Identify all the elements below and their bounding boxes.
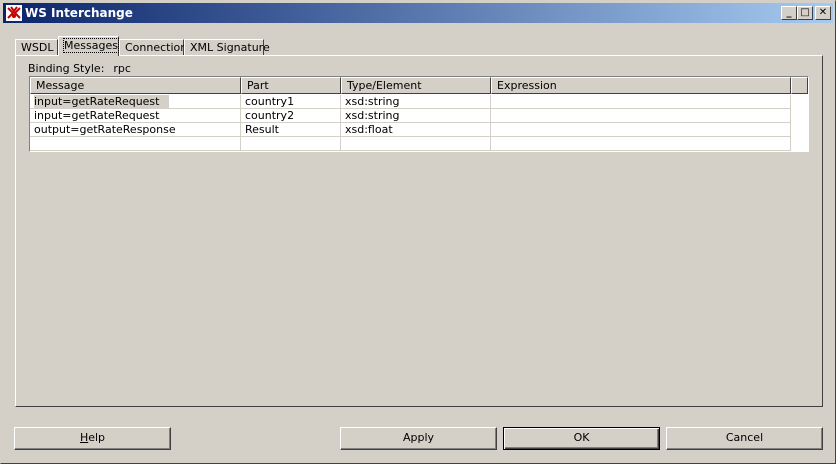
table-row[interactable]: output=getRateResponse Result xsd:float xyxy=(30,123,808,137)
table-cell[interactable] xyxy=(491,95,791,109)
help-label: elp xyxy=(88,431,106,444)
tab-label: Connection xyxy=(125,41,188,54)
tab-messages[interactable]: Messages xyxy=(58,36,119,56)
column-header-filler xyxy=(791,77,808,94)
binding-style-label: Binding Style: xyxy=(28,62,105,75)
table-cell[interactable]: country1 xyxy=(241,95,341,109)
maximize-button[interactable]: □ xyxy=(797,6,813,20)
table-cell[interactable]: output=getRateResponse xyxy=(30,123,241,137)
table-row[interactable]: input=getRateRequest country1 xsd:string xyxy=(30,95,808,109)
table-cell[interactable] xyxy=(30,137,241,151)
table-cell[interactable]: country2 xyxy=(241,109,341,123)
table-cell[interactable]: xsd:string xyxy=(341,95,491,109)
column-header-type-element[interactable]: Type/Element xyxy=(341,77,491,94)
table-cell[interactable] xyxy=(241,137,341,151)
column-header-expression[interactable]: Expression xyxy=(491,77,791,94)
column-header-message[interactable]: Message xyxy=(30,77,241,94)
tab-label: WSDL xyxy=(21,41,54,54)
table-cell[interactable]: xsd:string xyxy=(341,109,491,123)
table-header: Message Part Type/Element Expression xyxy=(30,77,808,94)
tab-label: XML Signature xyxy=(190,41,270,54)
minimize-icon: _ xyxy=(786,7,792,18)
title-bar[interactable]: WS Interchange _ □ ✕ xyxy=(3,3,833,23)
table-cell[interactable]: xsd:float xyxy=(341,123,491,137)
window-title: WS Interchange xyxy=(25,6,133,20)
help-mnemonic: H xyxy=(79,431,89,444)
cancel-button[interactable]: Cancel xyxy=(666,427,823,450)
table-cell[interactable]: Result xyxy=(241,123,341,137)
binding-style-value: rpc xyxy=(113,62,131,75)
table-cell[interactable] xyxy=(491,137,791,151)
app-logo-icon xyxy=(6,5,22,21)
table-row[interactable] xyxy=(30,137,808,151)
tab-xml-signature[interactable]: XML Signature xyxy=(184,39,270,55)
tab-label: Messages xyxy=(63,38,119,53)
table-cell[interactable]: input=getRateRequest xyxy=(30,95,241,109)
tab-wsdl[interactable]: WSDL xyxy=(15,39,58,55)
minimize-button[interactable]: _ xyxy=(781,6,797,20)
table-cell[interactable] xyxy=(491,109,791,123)
binding-style: Binding Style: rpc xyxy=(28,62,131,75)
table-cell[interactable]: input=getRateRequest xyxy=(30,109,241,123)
column-header-part[interactable]: Part xyxy=(241,77,341,94)
table-cell[interactable] xyxy=(491,123,791,137)
close-button[interactable]: ✕ xyxy=(815,6,831,20)
maximize-icon: □ xyxy=(800,7,810,18)
apply-button[interactable]: Apply xyxy=(340,427,497,450)
tab-connection[interactable]: Connection xyxy=(119,39,188,55)
messages-table: Message Part Type/Element Expression inp… xyxy=(29,76,809,152)
help-button[interactable]: Help xyxy=(14,427,171,450)
ok-button[interactable]: OK xyxy=(503,427,660,450)
close-icon: ✕ xyxy=(818,7,828,18)
table-row[interactable]: input=getRateRequest country2 xsd:string xyxy=(30,109,808,123)
ws-interchange-window: WS Interchange _ □ ✕ WSDL Messages Conne… xyxy=(0,0,836,464)
table-cell[interactable] xyxy=(341,137,491,151)
